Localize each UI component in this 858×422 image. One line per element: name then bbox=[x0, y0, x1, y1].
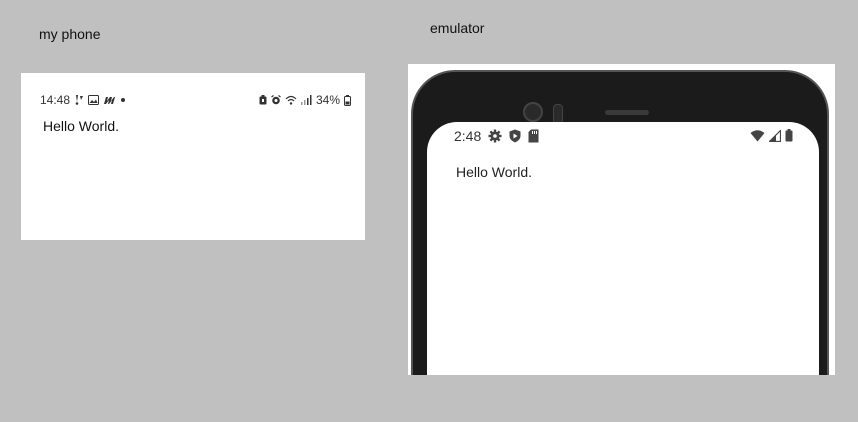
shield-icon bbox=[509, 129, 521, 143]
emulator-status-time: 2:48 bbox=[454, 128, 482, 144]
emulator-screenshot: 2:48 Hello World. bbox=[408, 64, 835, 375]
phone-status-time: 14:48 bbox=[40, 93, 71, 107]
signal-icon bbox=[300, 95, 312, 105]
image-icon bbox=[88, 94, 99, 105]
signal-icon bbox=[769, 129, 781, 142]
settings-icon bbox=[488, 129, 502, 143]
emulator-hello-text: Hello World. bbox=[456, 164, 532, 180]
phone-caption: my phone bbox=[39, 26, 101, 42]
phone-status-bar: 14:48 34% bbox=[40, 93, 351, 107]
emulator-caption: emulator bbox=[430, 20, 485, 36]
phone-battery-percent: 34% bbox=[315, 93, 340, 107]
wifi-icon bbox=[285, 95, 297, 105]
speaker-grille bbox=[605, 110, 649, 115]
wifi-icon bbox=[750, 129, 765, 141]
camera-icon bbox=[523, 102, 543, 122]
emulator-status-bar: 2:48 bbox=[454, 128, 793, 144]
phone-hello-text: Hello World. bbox=[43, 118, 119, 134]
emulator-screen: 2:48 Hello World. bbox=[427, 122, 819, 375]
alarm-icon bbox=[271, 95, 281, 105]
sensor-icon bbox=[553, 104, 563, 124]
battery-icon bbox=[785, 129, 793, 142]
battery-icon bbox=[344, 94, 351, 106]
pin-icon bbox=[75, 95, 83, 105]
sd-card-icon bbox=[528, 129, 539, 143]
battery-saver-icon bbox=[259, 95, 267, 105]
m-app-icon bbox=[104, 96, 115, 104]
phone-screenshot: 14:48 34% Hello World. bbox=[21, 73, 365, 240]
dot-icon bbox=[121, 97, 125, 102]
